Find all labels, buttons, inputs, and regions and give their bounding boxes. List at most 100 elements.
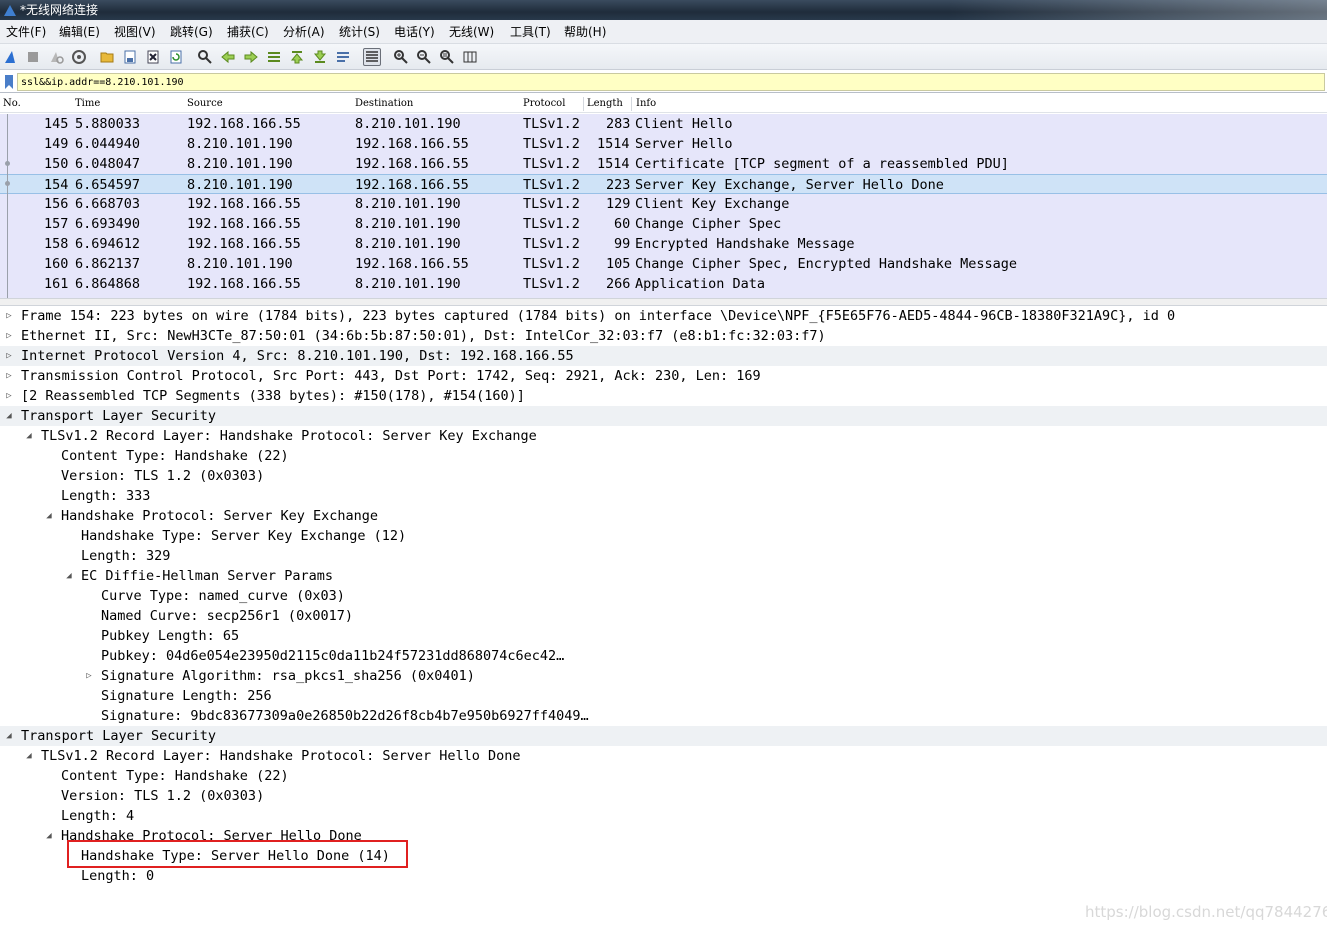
column-header-length[interactable]: Length [587,97,623,111]
go-back-icon[interactable] [219,48,237,66]
bookmark-icon[interactable] [4,74,14,90]
tree-item-ipv4[interactable]: ▷ Internet Protocol Version 4, Src: 8.21… [0,346,1327,366]
tree-item-field[interactable]: Length: 329 [0,546,1327,566]
column-header-time[interactable]: Time [75,97,100,111]
tree-item-reassembled[interactable]: ▷ [2 Reassembled TCP Segments (338 bytes… [0,386,1327,406]
close-file-icon[interactable] [144,48,162,66]
display-filter-bar [0,71,1327,93]
packet-row-selected[interactable]: 154 6.654597 8.210.101.190 192.168.166.5… [0,174,1327,194]
menu-statistics[interactable]: 统计(S) [339,24,380,40]
packet-no: 160 [44,256,69,272]
collapse-arrow-icon[interactable]: ◢ [4,406,14,426]
packet-row[interactable]: 150 6.048047 8.210.101.190 192.168.166.5… [0,154,1327,174]
packet-row[interactable]: 161 6.864868 192.168.166.55 8.210.101.19… [0,274,1327,294]
save-file-icon[interactable] [121,48,139,66]
packet-destination: 8.210.101.190 [355,196,461,212]
tree-item-field[interactable]: Content Type: Handshake (22) [0,446,1327,466]
tree-item-field[interactable]: Curve Type: named_curve (0x03) [0,586,1327,606]
tree-item-ecdh-params[interactable]: ◢ EC Diffie-Hellman Server Params [0,566,1327,586]
tree-item-field[interactable]: Length: 0 [0,866,1327,886]
packet-row[interactable]: 145 5.880033 192.168.166.55 8.210.101.19… [0,114,1327,134]
packet-source: 192.168.166.55 [187,196,301,212]
tree-item-record-layer[interactable]: ◢ TLSv1.2 Record Layer: Handshake Protoc… [0,746,1327,766]
tree-item-label: Pubkey: 04d6e054e23950d2115c0da11b24f572… [101,648,565,664]
packet-source: 8.210.101.190 [187,256,293,272]
menu-wireless[interactable]: 无线(W) [449,24,494,40]
go-to-packet-icon[interactable] [265,48,283,66]
tree-item-tcp[interactable]: ▷ Transmission Control Protocol, Src Por… [0,366,1327,386]
tree-item-label: Length: 329 [81,548,171,564]
tree-item-tls[interactable]: ◢ Transport Layer Security [0,406,1327,426]
tree-item-field[interactable]: Signature: 9bdc83677309a0e26850b22d26f8c… [0,706,1327,726]
packet-time: 6.048047 [75,156,141,172]
tree-item-field[interactable]: Named Curve: secp256r1 (0x0017) [0,606,1327,626]
menu-analyze[interactable]: 分析(A) [283,24,325,40]
tree-item-tls[interactable]: ◢ Transport Layer Security [0,726,1327,746]
menu-tools[interactable]: 工具(T) [510,24,551,40]
auto-scroll-icon[interactable] [334,48,352,66]
packet-row[interactable]: 156 6.668703 192.168.166.55 8.210.101.19… [0,194,1327,214]
expand-arrow-icon[interactable]: ▷ [4,366,14,386]
tree-item-field[interactable]: Handshake Type: Server Key Exchange (12) [0,526,1327,546]
collapse-arrow-icon[interactable]: ◢ [24,426,34,446]
capture-options-icon[interactable] [70,48,88,66]
expand-arrow-icon[interactable]: ▷ [4,326,14,346]
tree-item-field[interactable]: Pubkey Length: 65 [0,626,1327,646]
go-first-icon[interactable] [288,48,306,66]
column-separator[interactable] [631,97,632,111]
colorize-icon[interactable] [363,48,381,66]
zoom-out-icon[interactable] [415,48,433,66]
packet-row[interactable]: 157 6.693490 192.168.166.55 8.210.101.19… [0,214,1327,234]
menu-go[interactable]: 跳转(G) [170,24,213,40]
tree-item-record-layer[interactable]: ◢ TLSv1.2 Record Layer: Handshake Protoc… [0,426,1327,446]
collapse-arrow-icon[interactable]: ◢ [4,726,14,746]
packet-row[interactable]: 158 6.694612 192.168.166.55 8.210.101.19… [0,234,1327,254]
tree-item-field[interactable]: Version: TLS 1.2 (0x0303) [0,786,1327,806]
tree-item-field[interactable]: Signature Length: 256 [0,686,1327,706]
reload-icon[interactable] [167,48,185,66]
tree-item-field[interactable]: Length: 4 [0,806,1327,826]
zoom-normal-icon[interactable] [438,48,456,66]
tree-item-field[interactable]: Length: 333 [0,486,1327,506]
menu-file[interactable]: 文件(F) [6,24,46,40]
collapse-arrow-icon[interactable]: ◢ [44,506,54,526]
collapse-arrow-icon[interactable]: ◢ [24,746,34,766]
column-header-destination[interactable]: Destination [355,97,413,111]
column-separator[interactable] [583,97,584,111]
tree-item-field[interactable]: Version: TLS 1.2 (0x0303) [0,466,1327,486]
menu-capture[interactable]: 捕获(C) [227,24,269,40]
resize-columns-icon[interactable] [461,48,479,66]
open-file-icon[interactable] [98,48,116,66]
packet-row[interactable]: 160 6.862137 8.210.101.190 192.168.166.5… [0,254,1327,274]
menu-edit[interactable]: 编辑(E) [59,24,100,40]
column-header-protocol[interactable]: Protocol [523,97,565,111]
collapse-arrow-icon[interactable]: ◢ [44,826,54,846]
find-packet-icon[interactable] [196,48,214,66]
expand-arrow-icon[interactable]: ▷ [4,386,14,406]
shark-fin-start-icon[interactable] [2,48,20,66]
menu-telephony[interactable]: 电话(Y) [394,24,435,40]
column-header-info[interactable]: Info [636,97,656,111]
go-forward-icon[interactable] [242,48,260,66]
tree-item-signature-algorithm[interactable]: ▷ Signature Algorithm: rsa_pkcs1_sha256 … [0,666,1327,686]
column-header-source[interactable]: Source [187,97,223,111]
tree-item-field[interactable]: Content Type: Handshake (22) [0,766,1327,786]
expand-arrow-icon[interactable]: ▷ [84,666,94,686]
collapse-arrow-icon[interactable]: ◢ [64,566,74,586]
tree-item-handshake[interactable]: ◢ Handshake Protocol: Server Key Exchang… [0,506,1327,526]
packet-row[interactable]: 149 6.044940 8.210.101.190 192.168.166.5… [0,134,1327,154]
expand-arrow-icon[interactable]: ▷ [4,306,14,326]
menu-view[interactable]: 视图(V) [114,24,156,40]
menu-help[interactable]: 帮助(H) [564,24,606,40]
display-filter-input[interactable] [17,73,1325,91]
tree-item-field[interactable]: Pubkey: 04d6e054e23950d2115c0da11b24f572… [0,646,1327,666]
stop-capture-icon[interactable] [24,48,42,66]
pane-splitter[interactable] [0,298,1327,306]
tree-item-ethernet[interactable]: ▷ Ethernet II, Src: NewH3CTe_87:50:01 (3… [0,326,1327,346]
zoom-in-icon[interactable] [392,48,410,66]
column-header-no[interactable]: No. [3,97,21,111]
expand-arrow-icon[interactable]: ▷ [4,346,14,366]
tree-item-frame[interactable]: ▷ Frame 154: 223 bytes on wire (1784 bit… [0,306,1327,326]
go-last-icon[interactable] [311,48,329,66]
restart-capture-icon[interactable] [47,48,65,66]
